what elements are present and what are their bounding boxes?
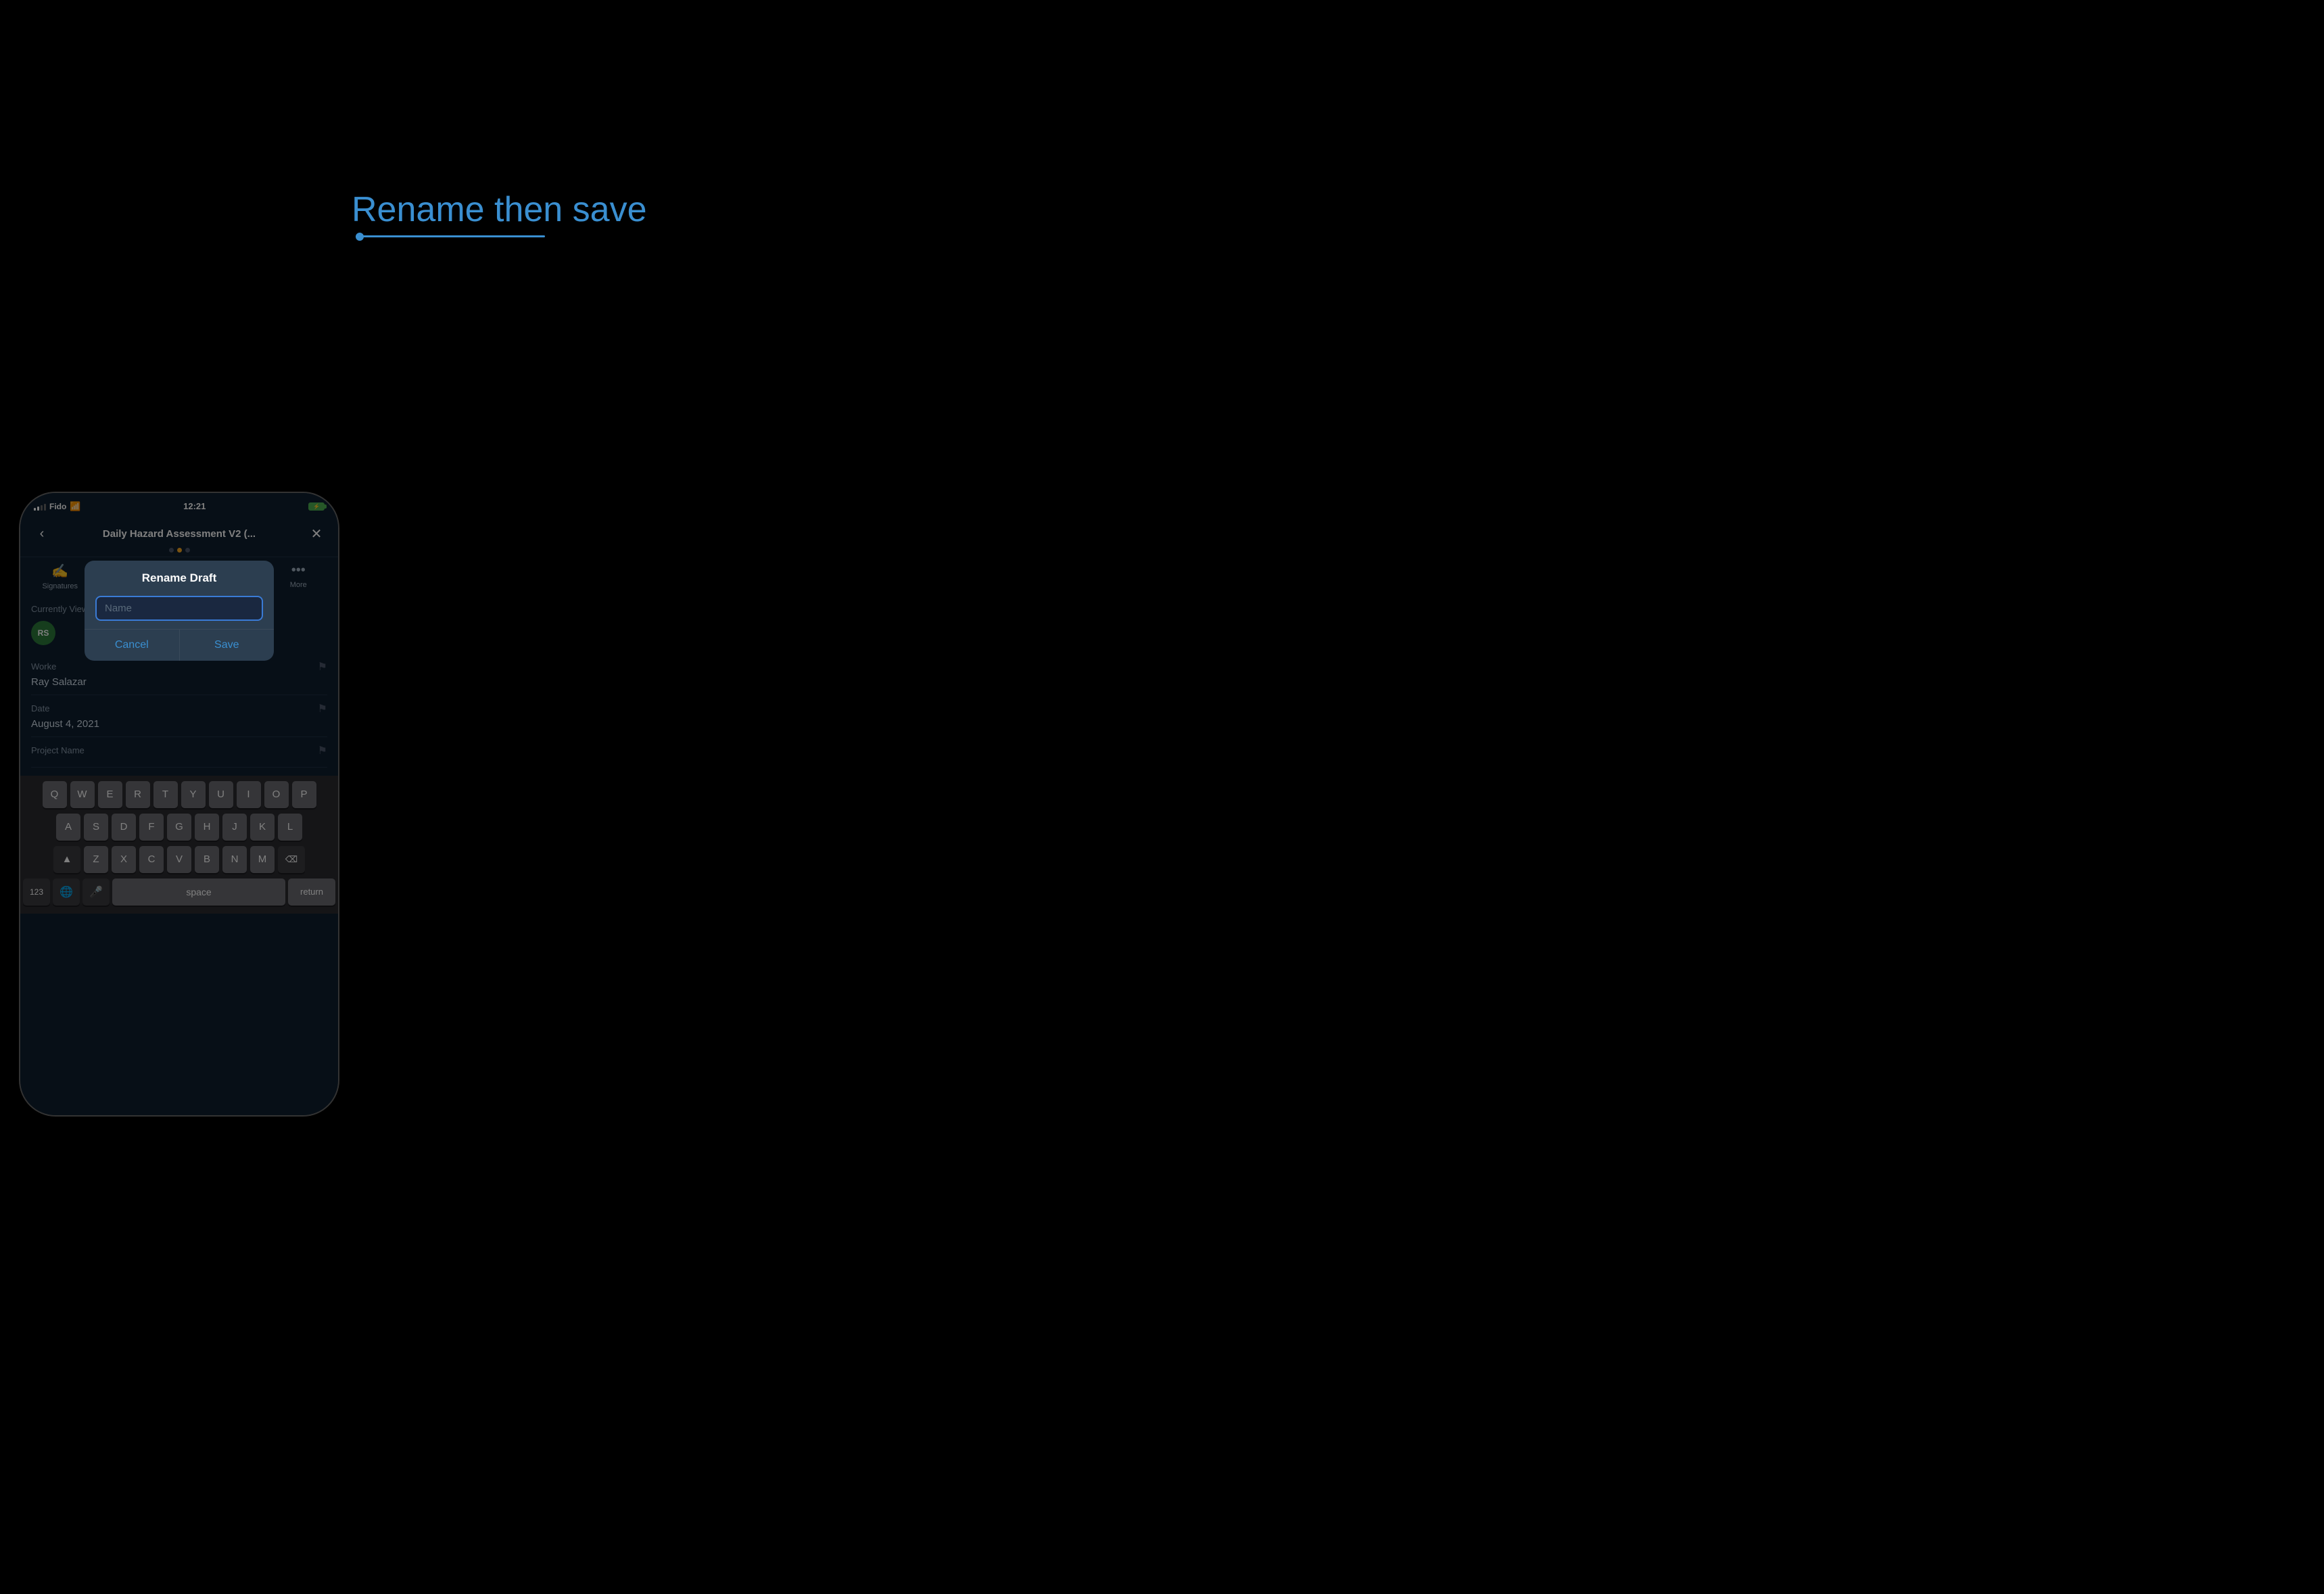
rename-input[interactable] [95, 596, 263, 621]
hint-line [356, 235, 545, 237]
modal-save-button[interactable]: Save [180, 630, 275, 661]
hint-title: Rename then save [352, 189, 825, 230]
modal-overlay: Rename Draft Cancel Save [20, 493, 338, 1115]
phone-screen: Fido 📶 12:21 ⚡ ‹ Daily Hazard Assessment… [20, 493, 338, 1115]
modal-buttons: Cancel Save [85, 629, 274, 661]
modal-cancel-button[interactable]: Cancel [85, 630, 180, 661]
hint-dot [356, 233, 364, 241]
modal-input-wrapper [85, 596, 274, 629]
hint-line-wrapper [352, 235, 825, 237]
hint-panel: Rename then save [352, 189, 825, 237]
modal-title: Rename Draft [85, 561, 274, 596]
phone-shell: Fido 📶 12:21 ⚡ ‹ Daily Hazard Assessment… [20, 493, 338, 1115]
modal-dialog: Rename Draft Cancel Save [85, 561, 274, 661]
